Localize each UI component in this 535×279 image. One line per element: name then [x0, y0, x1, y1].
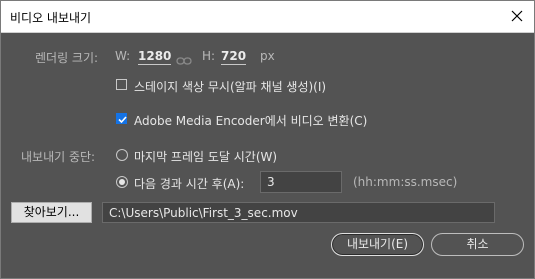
- height-label: H:: [202, 49, 216, 63]
- export-video-dialog: 비디오 내보내기 렌더링 크기: W: 1280 H: 720 px 스테이지 …: [0, 0, 535, 279]
- stop-export-label: 내보내기 중단:: [21, 150, 96, 164]
- convert-media-encoder-checkbox[interactable]: [116, 113, 127, 124]
- width-value[interactable]: 1280: [138, 49, 172, 65]
- elapsed-time-radio[interactable]: [116, 176, 128, 188]
- height-value[interactable]: 720: [221, 49, 247, 65]
- output-path-input[interactable]: [102, 202, 495, 223]
- cancel-button[interactable]: 취소: [431, 233, 524, 256]
- last-frame-radio[interactable]: [116, 149, 128, 161]
- browse-button[interactable]: 찾아보기...: [11, 202, 92, 223]
- elapsed-time-label: 다음 경과 시간 후(A):: [134, 177, 245, 191]
- render-size-label: 렌더링 크기:: [35, 51, 99, 65]
- convert-media-encoder-label: Adobe Media Encoder에서 비디오 변환(C): [134, 114, 368, 128]
- dialog-title: 비디오 내보내기: [10, 11, 92, 25]
- elapsed-time-input[interactable]: [260, 171, 342, 193]
- width-label: W:: [115, 49, 131, 63]
- size-unit: px: [260, 49, 275, 63]
- close-icon[interactable]: [508, 7, 526, 25]
- last-frame-label: 마지막 프레임 도달 시간(W): [134, 150, 278, 164]
- export-button[interactable]: 내보내기(E): [331, 233, 424, 256]
- elapsed-time-format-hint: (hh:mm:ss.msec): [353, 175, 458, 189]
- ignore-stage-color-checkbox[interactable]: [116, 79, 127, 90]
- link-dimensions-icon[interactable]: [176, 51, 192, 70]
- ignore-stage-color-label: 스테이지 색상 무시(알파 채널 생성)(I): [134, 80, 327, 94]
- title-bar: 비디오 내보내기: [1, 1, 534, 33]
